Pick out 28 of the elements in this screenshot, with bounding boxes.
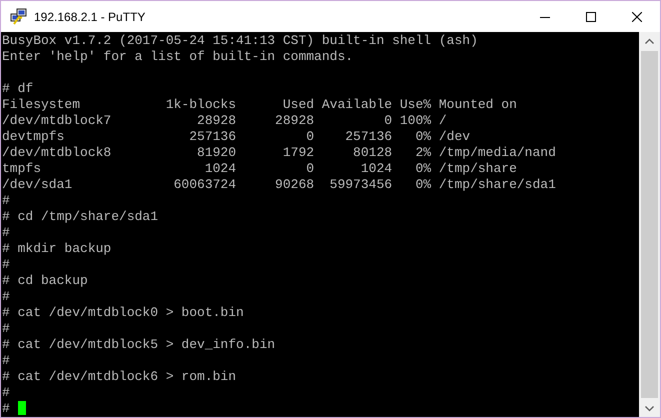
terminal-line: # cat /dev/mtdblock6 > rom.bin (2, 369, 236, 385)
terminal-line: # cat /dev/mtdblock0 > boot.bin (2, 305, 244, 321)
terminal-line: tmpfs 1024 0 1024 0% /tmp/share (2, 161, 517, 177)
terminal-line: /dev/mtdblock8 81920 1792 80128 2% /tmp/media/nand (2, 145, 556, 161)
terminal-line: /dev/mtdblock7 28928 28928 0 100% / (2, 113, 447, 129)
terminal-line: Enter 'help' for a list of built-in commands. (2, 49, 354, 65)
terminal-line: # cd /tmp/share/sda1 (2, 209, 158, 225)
terminal-line: # (2, 321, 10, 337)
terminal-line: # df (2, 81, 34, 97)
terminal-line: # cat /dev/mtdblock5 > dev_info.bin (2, 337, 276, 353)
terminal-line: # (2, 385, 10, 401)
terminal-line: /dev/sda1 60063724 90268 59973456 0% /tmp/share/sda1 (2, 177, 556, 193)
terminal-line: # (2, 225, 10, 241)
terminal-line: # mkdir backup (2, 241, 112, 257)
computers-icon[interactable] (10, 8, 28, 26)
close-icon (632, 12, 642, 22)
terminal-line: # (2, 353, 10, 369)
prompt: # (2, 401, 10, 417)
terminal-line: devtmpfs 257136 0 257136 0% /dev (2, 129, 470, 145)
terminal-line: # (2, 257, 10, 273)
terminal-line: BusyBox v1.7.2 (2017-05-24 15:41:13 CST) built-in shell (ash) (2, 33, 478, 49)
terminal-line: # (2, 289, 10, 305)
terminal-line: # (2, 193, 10, 209)
terminal-line: # cd backup (2, 273, 88, 289)
scrollbar-thumb[interactable] (641, 51, 658, 398)
maximize-icon (586, 12, 596, 22)
window-title: 192.168.2.1 - PuTTY (34, 8, 146, 26)
terminal-line: Filesystem 1k-blocks Used Available Use% Mounted on (2, 97, 517, 113)
